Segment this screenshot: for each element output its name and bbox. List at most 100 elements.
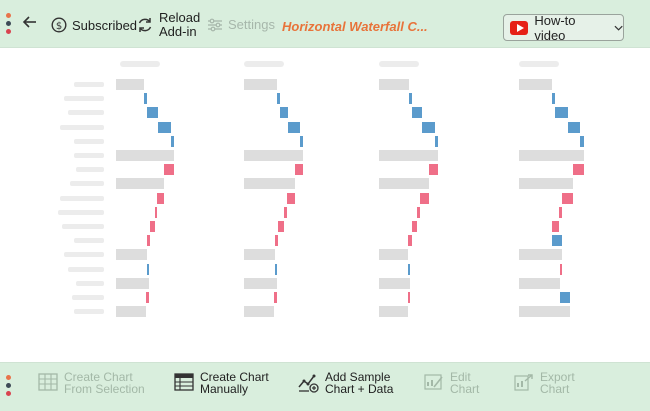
- subscribed-button[interactable]: $ Subscribed: [51, 17, 137, 33]
- waterfall-chart-panel-3: [375, 49, 485, 362]
- waterfall-bar-decrease: [408, 292, 410, 303]
- reload-icon: [138, 18, 152, 32]
- waterfall-bar-decrease: [278, 221, 284, 232]
- waterfall-bar-total: [244, 79, 277, 90]
- waterfall-bar-decrease: [408, 235, 412, 247]
- waterfall-bar-decrease: [275, 235, 278, 247]
- arrow-left-icon: [22, 16, 36, 28]
- waterfall-bar-increase: [552, 93, 555, 105]
- category-label-placeholder: [74, 138, 104, 144]
- waterfall-bar-increase: [560, 292, 570, 303]
- waterfall-bar-total: [379, 150, 438, 161]
- waterfall-bar-total: [244, 249, 275, 261]
- waterfall-bar-increase: [275, 263, 277, 275]
- bottom-toolbar: Create Chart From Selection Create Chart…: [0, 362, 650, 411]
- waterfall-bar-increase: [147, 107, 158, 119]
- table-list-icon: [174, 373, 194, 391]
- waterfall-bar-increase: [555, 107, 568, 119]
- waterfall-bar-total: [116, 249, 147, 261]
- chart-title-placeholder: [519, 61, 559, 67]
- chevron-down-icon: [614, 25, 623, 31]
- create-from-selection-line2: From Selection: [64, 382, 145, 396]
- category-label-placeholder: [76, 167, 104, 173]
- waterfall-bar-increase: [580, 135, 584, 147]
- waterfall-bar-total: [379, 79, 409, 90]
- add-sample-chart-button[interactable]: Add Sample Chart + Data: [297, 371, 393, 395]
- chart-title-placeholder: [379, 61, 419, 67]
- waterfall-bar-total: [244, 178, 295, 190]
- dollar-circle-icon: $: [51, 17, 67, 33]
- export-chart-line2: Chart: [540, 382, 570, 396]
- settings-button[interactable]: Settings: [207, 17, 275, 32]
- waterfall-bar-increase: [147, 263, 149, 275]
- waterfall-bar-increase: [409, 93, 412, 105]
- add-sample-line2: Chart + Data: [325, 382, 394, 396]
- category-label-placeholder: [64, 96, 104, 102]
- drag-grip-icon[interactable]: [6, 375, 12, 396]
- waterfall-bar-increase: [435, 135, 438, 147]
- waterfall-bar-decrease: [284, 206, 287, 218]
- waterfall-chart-panel-2: [240, 49, 350, 362]
- chart-title-placeholder: [244, 61, 284, 67]
- waterfall-chart-panel-1: [48, 49, 198, 362]
- waterfall-bar-total: [379, 306, 408, 318]
- category-label-placeholder: [74, 238, 104, 244]
- reload-addin-button[interactable]: Reload Add-in: [136, 11, 200, 39]
- waterfall-bar-total: [519, 306, 570, 318]
- waterfall-bar-decrease: [295, 164, 303, 176]
- chart-title: Horizontal Waterfall C...: [282, 19, 428, 34]
- waterfall-bar-decrease: [417, 206, 420, 218]
- waterfall-bar-total: [116, 277, 149, 289]
- create-chart-manually-button[interactable]: Create Chart Manually: [174, 371, 269, 395]
- waterfall-bar-decrease: [429, 164, 438, 176]
- waterfall-bar-increase: [552, 235, 562, 247]
- waterfall-bar-total: [116, 178, 164, 190]
- waterfall-bar-decrease: [287, 192, 295, 204]
- category-label-placeholder: [68, 266, 104, 272]
- export-icon: [514, 374, 533, 391]
- back-button[interactable]: [22, 14, 38, 30]
- waterfall-bar-total: [519, 79, 552, 90]
- waterfall-bar-decrease: [420, 192, 429, 204]
- waterfall-bar-decrease: [559, 206, 562, 218]
- waterfall-bar-decrease: [560, 263, 562, 275]
- waterfall-bar-total: [519, 150, 584, 161]
- waterfall-bar-total: [116, 79, 144, 90]
- waterfall-bar-total: [379, 178, 429, 190]
- waterfall-bar-decrease: [157, 192, 164, 204]
- drag-grip-icon[interactable]: [6, 13, 12, 34]
- waterfall-bar-increase: [568, 121, 580, 133]
- category-label-placeholder: [68, 110, 104, 116]
- top-toolbar: $ Subscribed Reload Add-in Settings Hori…: [0, 0, 650, 48]
- settings-label: Settings: [228, 17, 275, 32]
- category-label-placeholder: [58, 209, 104, 215]
- category-label-placeholder: [74, 309, 104, 315]
- chart-preview-area: [0, 49, 650, 362]
- waterfall-bar-total: [519, 249, 562, 261]
- waterfall-bar-total: [116, 306, 146, 318]
- waterfall-bar-decrease: [155, 206, 157, 218]
- waterfall-bar-total: [244, 277, 277, 289]
- chart-title-placeholder: [120, 61, 160, 67]
- export-chart-button[interactable]: Export Chart: [514, 371, 575, 395]
- waterfall-bar-total: [379, 249, 408, 261]
- how-to-video-dropdown[interactable]: How-to video: [503, 13, 624, 43]
- waterfall-bar-decrease: [164, 164, 174, 176]
- edit-chart-button[interactable]: Edit Chart: [424, 371, 479, 395]
- waterfall-bar-increase: [171, 135, 174, 147]
- subscribed-label: Subscribed: [72, 17, 138, 33]
- waterfall-bar-increase: [144, 93, 147, 105]
- youtube-icon: [510, 20, 529, 35]
- sliders-icon: [208, 18, 222, 31]
- waterfall-bar-increase: [280, 107, 288, 119]
- waterfall-bar-decrease: [552, 221, 559, 232]
- waterfall-bar-total: [244, 150, 303, 161]
- create-chart-from-selection-button[interactable]: Create Chart From Selection: [38, 371, 145, 395]
- waterfall-bar-total: [519, 178, 573, 190]
- waterfall-bar-increase: [288, 121, 300, 133]
- waterfall-bar-decrease: [147, 235, 150, 247]
- waterfall-bar-increase: [412, 107, 422, 119]
- category-label-placeholder: [62, 224, 104, 229]
- waterfall-bar-total: [379, 277, 410, 289]
- svg-text:$: $: [56, 21, 62, 32]
